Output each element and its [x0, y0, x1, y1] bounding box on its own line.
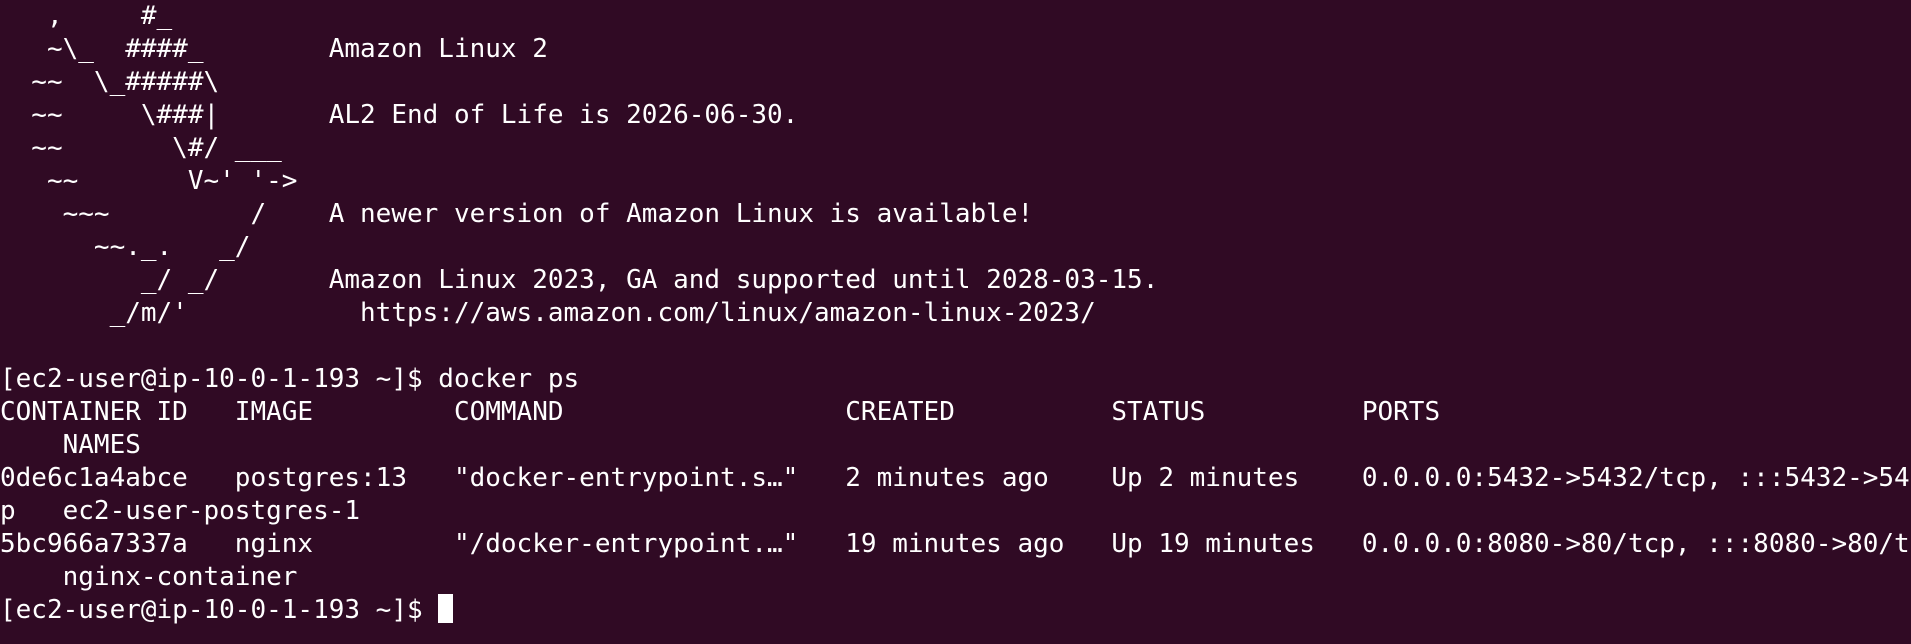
terminal-output: , #_ ~\_ ####_ Amazon Linux 2 ~~ \_#####…: [0, 0, 1911, 627]
motd-line-url: _/m/' https://aws.amazon.com/linux/amazo…: [0, 298, 1096, 328]
ascii-art-line: ~~ \#/ ___: [0, 133, 282, 163]
motd-line-eol: ~~ \###| AL2 End of Life is 2026-06-30.: [0, 100, 799, 130]
docker-ps-header: CONTAINER ID IMAGE COMMAND CREATED STATU…: [0, 397, 1441, 427]
docker-ps-header-wrap: NAMES: [0, 430, 141, 460]
ascii-art-line: , #_: [0, 1, 173, 31]
motd-line-al2023-support: _/ _/ Amazon Linux 2023, GA and supporte…: [0, 265, 1159, 295]
docker-ps-row-postgres-wrap: p ec2-user-postgres-1: [0, 496, 361, 526]
shell-prompt: [ec2-user@ip-10-0-1-193 ~]$: [0, 595, 439, 625]
motd-line-newer-version: ~~~ / A newer version of Amazon Linux is…: [0, 199, 1034, 229]
text-cursor: [438, 594, 454, 623]
ascii-art-line: ~~ \_#####\: [0, 67, 220, 97]
shell-prompt-line[interactable]: [ec2-user@ip-10-0-1-193 ~]$: [0, 594, 1911, 627]
motd-line-os-name: ~\_ ####_ Amazon Linux 2: [0, 34, 548, 64]
docker-ps-row-nginx-wrap: nginx-container: [0, 562, 298, 592]
docker-ps-row-postgres: 0de6c1a4abce postgres:13 "docker-entrypo…: [0, 463, 1911, 493]
ascii-art-line: ~~._. _/: [0, 232, 251, 262]
terminal-window[interactable]: , #_ ~\_ ####_ Amazon Linux 2 ~~ \_#####…: [0, 0, 1911, 644]
command-line-docker-ps: [ec2-user@ip-10-0-1-193 ~]$ docker ps: [0, 364, 580, 394]
docker-ps-row-nginx: 5bc966a7337a nginx "/docker-entrypoint.……: [0, 529, 1911, 559]
ascii-art-line: ~~ V~' '->: [0, 166, 298, 196]
